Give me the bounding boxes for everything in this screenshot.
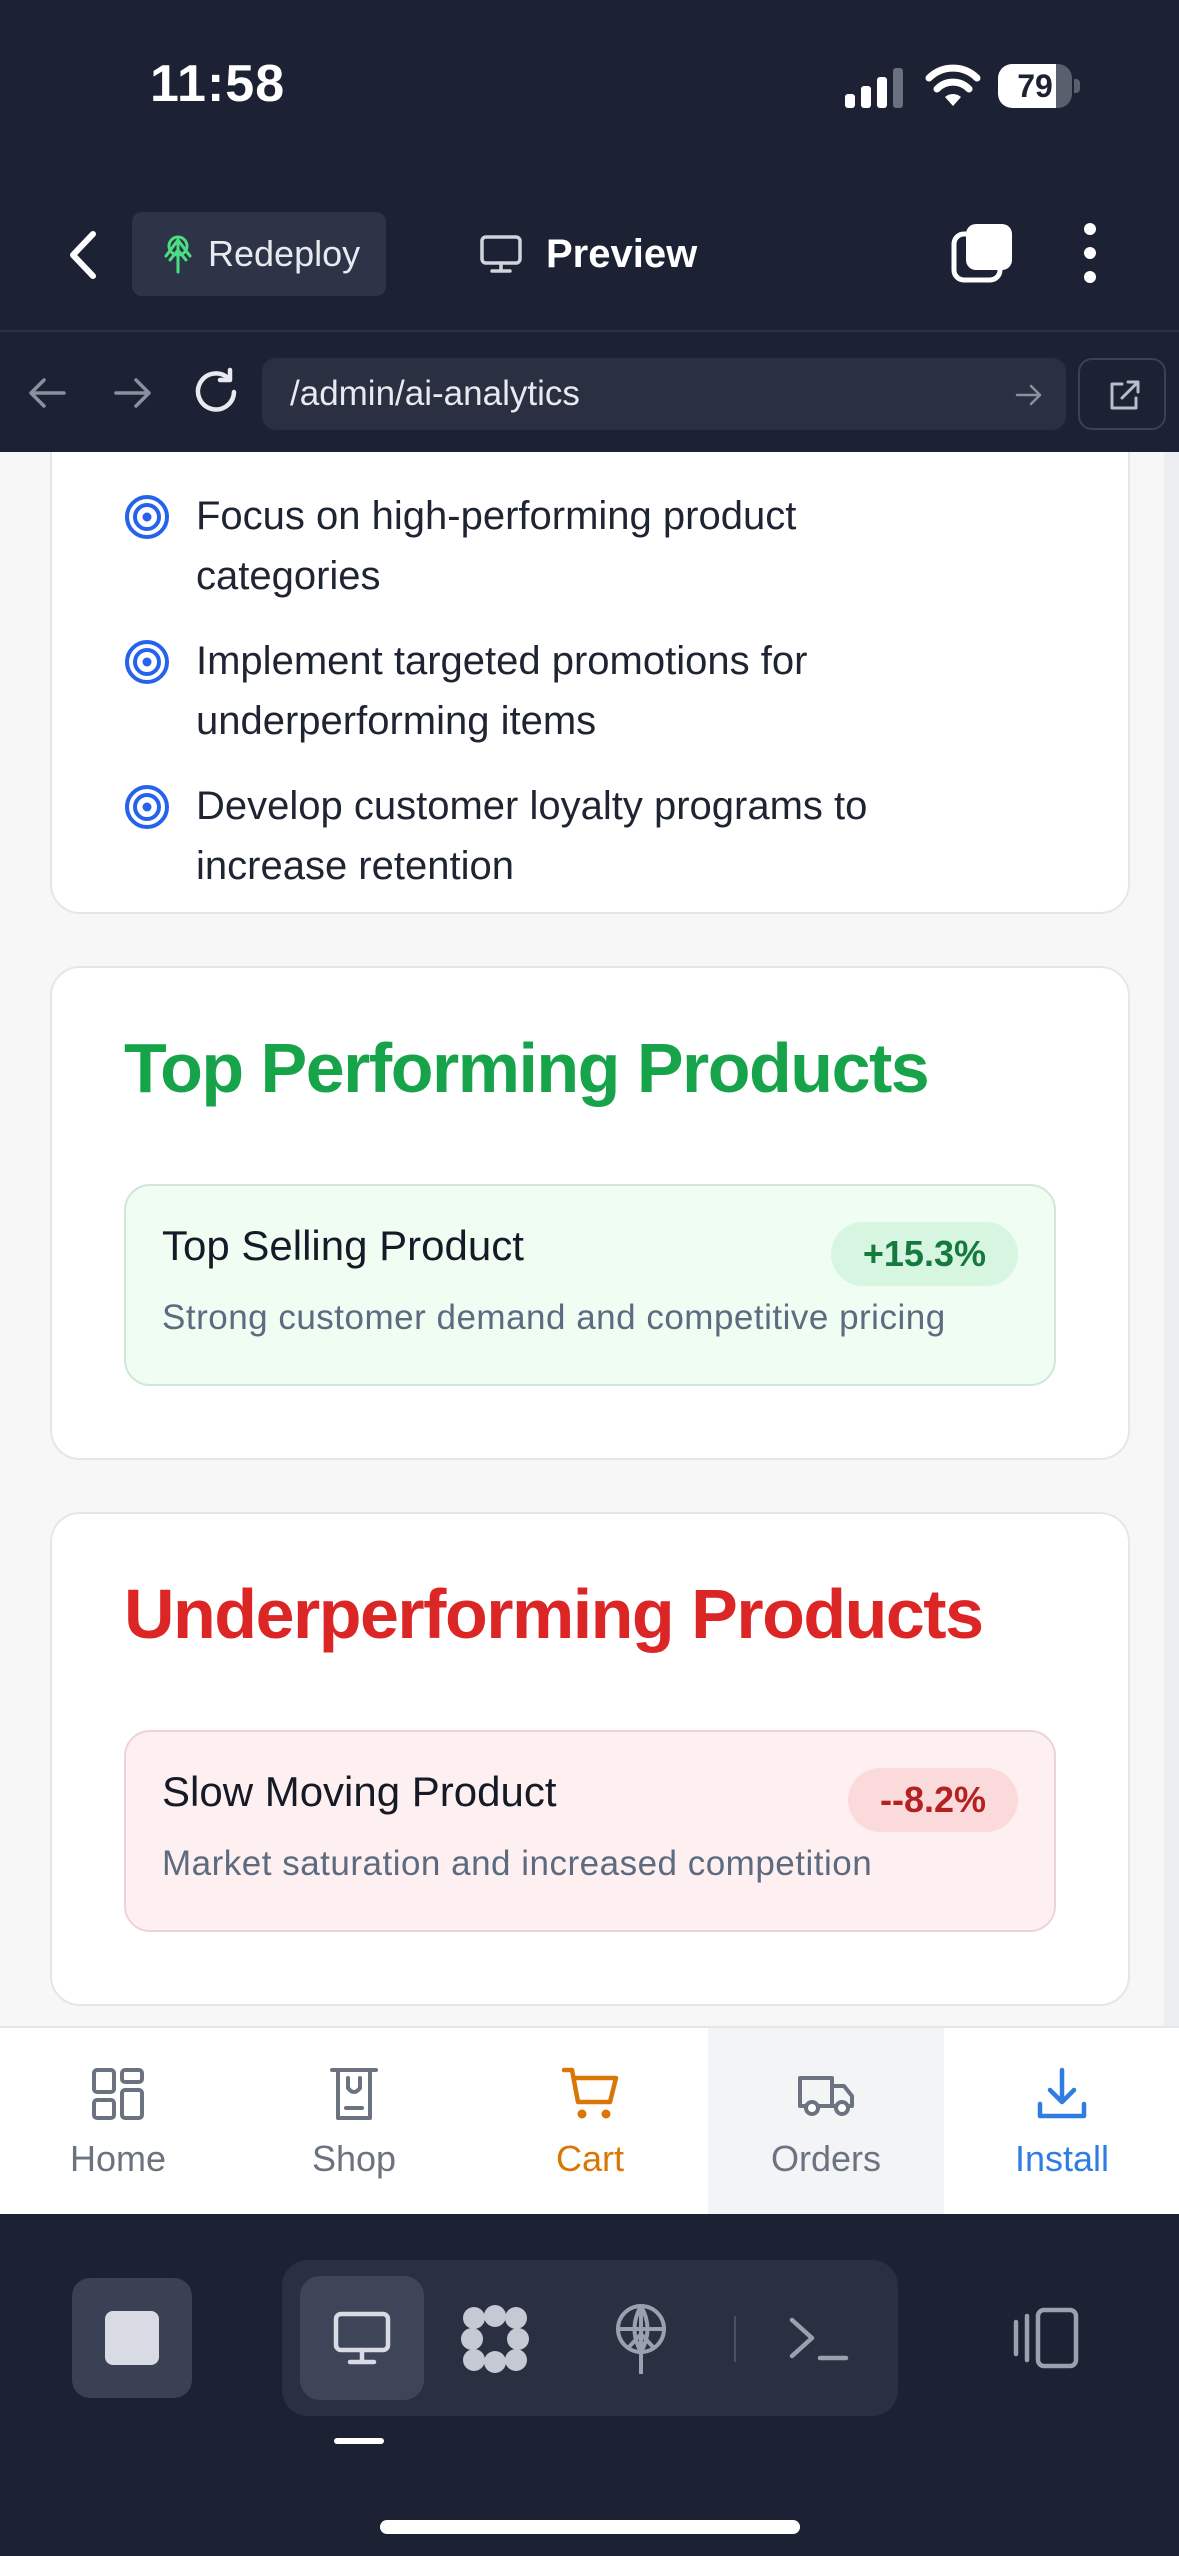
nav-install-label: Install <box>1014 2138 1110 2179</box>
nav-cart[interactable]: Cart <box>472 2028 708 2216</box>
product-name: Top Selling Product <box>162 1222 524 1269</box>
editor-toolbar <box>0 2214 1179 2556</box>
side-panel-icon[interactable] <box>1010 2306 1080 2370</box>
toolbar-divider <box>734 2316 736 2362</box>
product-reason: Strong customer demand and competitive p… <box>162 1298 946 1337</box>
shopping-cart-icon <box>561 2067 619 2119</box>
target-icon <box>125 495 169 539</box>
monitor-icon <box>333 2311 391 2365</box>
truck-icon <box>798 2076 854 2116</box>
open-external-button[interactable] <box>1078 358 1166 430</box>
browser-url-bar: /admin/ai-analytics <box>0 330 1179 452</box>
product-item[interactable]: Top Selling Product +15.3% Strong custom… <box>124 1184 1056 1386</box>
battery-percent: 79 <box>1017 68 1053 104</box>
top-performing-card: Top Performing Products Top Selling Prod… <box>50 966 1130 1460</box>
download-icon <box>1037 2067 1087 2119</box>
section-title: Underperforming Products <box>124 1575 984 1653</box>
battery-icon: 79 <box>998 64 1080 108</box>
recommendation-text: Implement targeted promotions for underp… <box>196 639 808 743</box>
reload-icon[interactable] <box>190 366 242 418</box>
url-input[interactable]: /admin/ai-analytics <box>262 358 1066 430</box>
change-badge: --8.2% <box>847 1768 1018 1832</box>
nav-orders[interactable]: Orders <box>708 2028 944 2216</box>
arrow-right-icon[interactable] <box>110 370 156 416</box>
wifi-icon <box>925 64 981 106</box>
url-text: /admin/ai-analytics <box>290 374 580 413</box>
arrow-left-icon[interactable] <box>24 370 70 416</box>
nav-shop[interactable]: Shop <box>236 2028 472 2216</box>
app-toolbar: Redeploy Preview <box>0 180 1179 330</box>
agent-icon[interactable] <box>458 2302 532 2376</box>
scrollbar[interactable] <box>1164 452 1179 2026</box>
tabs-icon[interactable] <box>950 220 1016 286</box>
external-link-icon <box>1110 380 1140 410</box>
cellular-signal-icon <box>845 68 903 108</box>
bottom-navigation: Home Shop Cart Orders Install <box>0 2026 1179 2216</box>
recommendations-card: Focus on high-performing product categor… <box>50 452 1130 914</box>
nav-install[interactable]: Install <box>944 2028 1179 2216</box>
nav-shop-label: Shop <box>311 2138 397 2179</box>
store-icon <box>330 2068 378 2120</box>
nav-orders-label: Orders <box>770 2138 882 2179</box>
product-reason: Market saturation and increased competit… <box>162 1844 873 1883</box>
home-indicator <box>380 2520 800 2534</box>
section-title: Top Performing Products <box>124 1029 930 1107</box>
deploy-icon[interactable] <box>610 2302 672 2376</box>
change-badge: +15.3% <box>830 1222 1018 1286</box>
status-time: 11:58 <box>150 55 286 113</box>
view-switcher <box>282 2260 898 2416</box>
recommendation-text: Focus on high-performing product categor… <box>196 494 797 598</box>
target-icon <box>125 640 169 684</box>
underperforming-card: Underperforming Products Slow Moving Pro… <box>50 1512 1130 2006</box>
stop-icon <box>105 2311 159 2365</box>
redeploy-button[interactable]: Redeploy <box>132 212 386 296</box>
nav-cart-label: Cart <box>555 2138 624 2179</box>
nav-home[interactable]: Home <box>0 2028 236 2216</box>
stop-button[interactable] <box>72 2278 192 2398</box>
active-view-indicator <box>334 2438 384 2444</box>
page-content[interactable]: Focus on high-performing product categor… <box>0 452 1179 2026</box>
monitor-icon <box>480 235 522 273</box>
recommendation-text: Develop customer loyalty programs to inc… <box>196 784 868 888</box>
target-icon <box>125 785 169 829</box>
preview-label: Preview <box>546 232 698 276</box>
terminal-icon[interactable] <box>786 2310 850 2366</box>
more-vertical-icon[interactable] <box>1070 220 1110 286</box>
go-arrow-icon[interactable] <box>1014 380 1044 410</box>
status-bar: 11:58 79 <box>0 0 1179 180</box>
deploy-tree-icon <box>164 235 192 274</box>
redeploy-label: Redeploy <box>208 233 361 274</box>
nav-home-label: Home <box>69 2138 167 2179</box>
preview-view-button[interactable] <box>300 2276 424 2400</box>
preview-button[interactable]: Preview <box>476 212 716 296</box>
product-name: Slow Moving Product <box>162 1768 557 1815</box>
back-chevron-icon[interactable] <box>55 220 115 290</box>
product-item[interactable]: Slow Moving Product --8.2% Market satura… <box>124 1730 1056 1932</box>
grid-icon <box>92 2068 144 2120</box>
